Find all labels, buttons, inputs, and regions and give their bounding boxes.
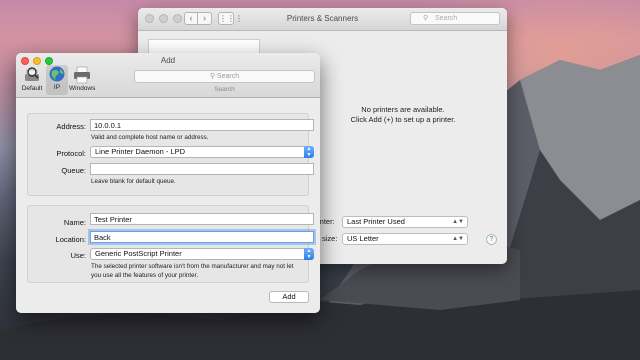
use-select[interactable]: Generic PostScript Printer ▲ ▼ [90,248,314,260]
magnifier-printer-icon [22,66,42,84]
use-label: Use: [70,251,86,260]
location-label: Location: [55,235,86,244]
add-printer-window: Add Default IP Windows ⚲ Search Search A… [16,53,320,313]
default-printer-value: Last Printer Used [347,217,405,226]
toolbar-windows-label: Windows [69,85,96,92]
default-printer-label: inter: [318,217,335,226]
toolbar-default-label: Default [21,85,43,92]
default-printer-select[interactable]: Last Printer Used ▲▼ [342,216,468,228]
location-field[interactable] [90,231,314,243]
queue-hint: Leave blank for default queue. [91,178,176,185]
protocol-label: Protocol: [56,149,86,158]
name-label: Name: [63,218,86,227]
chevron-updown-icon: ▲▼ [452,219,464,225]
add-toolbar: Add Default IP Windows ⚲ Search Search [16,53,320,98]
queue-field[interactable] [90,163,314,175]
help-icon: ? [489,236,494,243]
globe-icon [47,65,67,83]
connection-panel: Address: Valid and complete host name or… [27,113,314,196]
address-hint: Valid and complete host name or address. [91,134,209,141]
paper-size-select[interactable]: US Letter ▲▼ [342,233,468,245]
use-hint-line-2: you use all the features of your printer… [91,271,199,279]
toolbar-ip[interactable]: IP [46,65,68,95]
search-icon: ⚲ [423,15,429,22]
help-button[interactable]: ? [486,234,497,245]
stepper-arrows-icon: ▲ ▼ [304,146,314,158]
name-field[interactable] [90,213,314,225]
use-hint: The selected printer software isn't from… [91,263,293,280]
printer-details-panel: Name: Location: Use: Generic PostScript … [27,205,314,283]
search-icon: ⚲ [209,73,215,80]
protocol-value: Line Printer Daemon - LPD [95,147,186,156]
add-search-label: Search [214,86,235,93]
use-value: Generic PostScript Printer [95,249,182,258]
printer-icon [72,66,92,84]
paper-size-value: US Letter [347,234,379,243]
empty-message-line-1: No printers are available. [361,105,445,114]
printers-search-placeholder: Search [435,15,458,22]
empty-message-line-2: Click Add (+) to set up a printer. [350,115,456,124]
empty-printers-message: No printers are available. Click Add (+)… [313,105,493,125]
stepper-arrows-icon: ▲ ▼ [304,248,314,260]
printers-search-field[interactable]: ⚲ Search [410,12,500,25]
toolbar-ip-label: IP [53,84,61,91]
toolbar-windows[interactable]: Windows [69,66,95,92]
address-label: Address: [56,122,86,131]
add-window-title: Add [160,56,176,65]
queue-label: Queue: [61,166,86,175]
toolbar-default[interactable]: Default [20,66,44,92]
chevron-updown-icon: ▲▼ [452,236,464,242]
protocol-select[interactable]: Line Printer Daemon - LPD ▲ ▼ [90,146,314,158]
add-search-field[interactable]: ⚲ Search [134,70,315,83]
use-hint-line-1: The selected printer software isn't from… [91,263,294,270]
printers-titlebar: ‹ › ⋮⋮⋮ Printers & Scanners ⚲ Search [138,8,507,31]
address-field[interactable] [90,119,314,131]
paper-size-label: size: [322,234,338,243]
add-search-placeholder: Search [216,73,240,80]
add-button[interactable]: Add [269,291,309,303]
